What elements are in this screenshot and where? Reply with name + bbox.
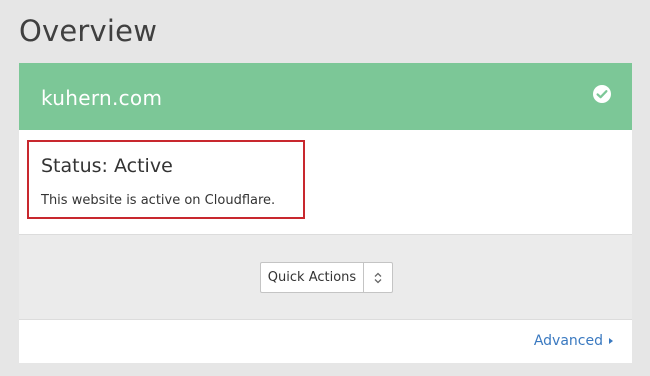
- up-down-arrows-icon: [364, 263, 392, 292]
- site-domain: kuhern.com: [41, 86, 163, 110]
- quick-actions-label: Quick Actions: [261, 263, 364, 292]
- quick-actions-select[interactable]: Quick Actions: [260, 262, 393, 293]
- card-footer: Advanced: [19, 320, 632, 363]
- status-title: Status: Active: [41, 155, 173, 177]
- site-overview-card: kuhern.com Status: Active This website i…: [19, 63, 632, 363]
- check-circle-icon: [592, 84, 612, 104]
- advanced-link[interactable]: Advanced: [534, 333, 613, 349]
- actions-section: Quick Actions: [19, 234, 632, 320]
- page-title: Overview: [19, 14, 158, 48]
- caret-right-icon: [609, 338, 613, 344]
- status-description: This website is active on Cloudflare.: [41, 193, 276, 208]
- site-banner: kuhern.com: [19, 63, 632, 130]
- status-section: Status: Active This website is active on…: [19, 130, 632, 234]
- advanced-label: Advanced: [533, 333, 603, 349]
